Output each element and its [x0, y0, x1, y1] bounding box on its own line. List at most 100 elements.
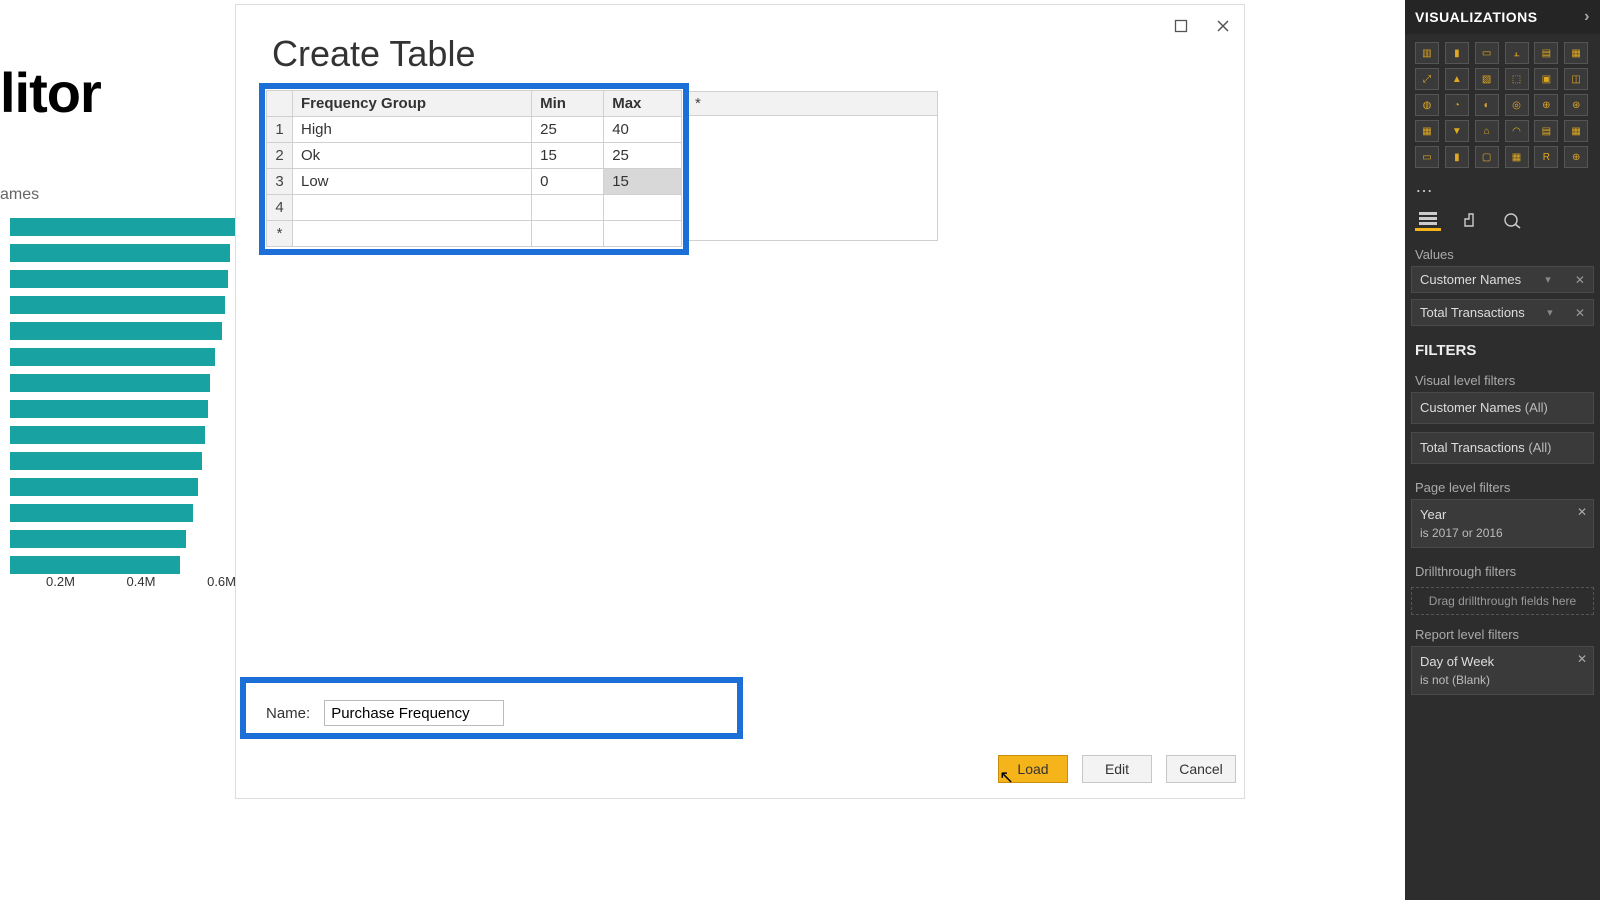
visual-filter-card[interactable]: Customer Names (All) [1411, 392, 1594, 424]
viz-type-icon[interactable]: ▮ [1445, 146, 1469, 168]
viz-type-icon[interactable]: ▤ [1534, 42, 1558, 64]
remove-filter-icon[interactable]: ✕ [1577, 504, 1587, 521]
cell[interactable]: 15 [604, 169, 682, 195]
cell[interactable]: 25 [604, 143, 682, 169]
drillthrough-dropzone[interactable]: Drag drillthrough fields here [1411, 587, 1594, 615]
visual-filters-label: Visual level filters [1405, 365, 1600, 392]
column-header[interactable]: Frequency Group [293, 91, 532, 117]
edit-button[interactable]: Edit [1082, 755, 1152, 783]
more-visuals-icon[interactable]: … [1405, 176, 1600, 203]
viz-type-icon[interactable]: ▼ [1445, 120, 1469, 142]
viz-type-icon[interactable]: ◫ [1564, 68, 1588, 90]
viz-type-icon[interactable]: ◠ [1505, 120, 1529, 142]
row-number: 1 [267, 117, 293, 143]
page-filter-card[interactable]: ✕ Year is 2017 or 2016 [1411, 499, 1594, 548]
maximize-icon[interactable] [1168, 15, 1194, 37]
viz-type-icon[interactable]: ⊕ [1534, 94, 1558, 116]
viz-type-icon[interactable]: ⌂ [1475, 120, 1499, 142]
cell[interactable] [293, 195, 532, 221]
viz-type-icon[interactable]: ▭ [1475, 42, 1499, 64]
tick: 0.2M [46, 574, 75, 589]
remove-filter-icon[interactable]: ✕ [1577, 651, 1587, 668]
cancel-button[interactable]: Cancel [1166, 755, 1236, 783]
viz-type-icon[interactable]: ▮ [1445, 42, 1469, 64]
pane-header[interactable]: VISUALIZATIONS › [1405, 0, 1600, 34]
property-tabs [1405, 203, 1600, 239]
viz-type-icon[interactable]: ▦ [1564, 120, 1588, 142]
cell[interactable] [604, 221, 682, 247]
value-well-name: Total Transactions [1420, 305, 1525, 320]
cell[interactable]: High [293, 117, 532, 143]
column-header[interactable]: Max [604, 91, 682, 117]
viz-type-icon[interactable]: ◎ [1505, 94, 1529, 116]
chevron-down-icon[interactable]: ▾ [1545, 273, 1551, 286]
analytics-tab-icon[interactable] [1499, 209, 1525, 231]
filter-desc: is not (Blank) [1420, 672, 1585, 689]
filters-title: FILTERS [1405, 332, 1600, 365]
bar [10, 270, 228, 288]
chevron-down-icon[interactable]: ▾ [1547, 306, 1553, 319]
viz-type-icon[interactable]: ▭ [1415, 146, 1439, 168]
cell[interactable]: 15 [532, 143, 604, 169]
chevron-right-icon[interactable]: › [1584, 8, 1590, 26]
viz-type-icon[interactable]: ▧ [1475, 68, 1499, 90]
viz-type-icon[interactable]: ▢ [1475, 146, 1499, 168]
bar-chart[interactable] [10, 218, 235, 582]
viz-type-icon[interactable]: ▦ [1505, 146, 1529, 168]
viz-type-icon[interactable]: ◍ [1415, 94, 1439, 116]
value-well[interactable]: Customer Names ▾ ✕ [1411, 266, 1594, 293]
value-well[interactable]: Total Transactions ▾ ✕ [1411, 299, 1594, 326]
viz-type-icon[interactable]: ▲ [1445, 68, 1469, 90]
bar [10, 218, 235, 236]
bar [10, 504, 193, 522]
new-column-area[interactable]: * [688, 91, 938, 241]
close-icon[interactable] [1210, 15, 1236, 37]
axis-label-fragment: ames [0, 186, 39, 204]
drillthrough-label: Drillthrough filters [1405, 556, 1600, 583]
dialog-buttons: Load Edit Cancel [998, 755, 1236, 783]
table-name-input[interactable] [324, 700, 504, 726]
bar [10, 244, 230, 262]
cell[interactable]: 0 [532, 169, 604, 195]
cell[interactable]: 40 [604, 117, 682, 143]
cell[interactable] [293, 221, 532, 247]
viz-type-icon[interactable]: ▦ [1564, 42, 1588, 64]
viz-type-icon[interactable]: ⬚ [1505, 68, 1529, 90]
viz-type-icon[interactable]: ▦ [1415, 120, 1439, 142]
load-button[interactable]: Load [998, 755, 1068, 783]
viz-type-icon[interactable]: ◔ [1445, 94, 1469, 116]
bar [10, 348, 215, 366]
create-table-dialog: Create Table * Frequency GroupMinMax1Hig… [235, 4, 1245, 799]
new-column-header: * [689, 92, 937, 116]
viz-type-icon[interactable]: ◐ [1475, 94, 1499, 116]
remove-icon[interactable]: ✕ [1575, 306, 1585, 320]
viz-type-icon[interactable]: ▤ [1534, 120, 1558, 142]
filter-name: Day of Week [1420, 653, 1585, 671]
new-row-marker[interactable]: * [267, 221, 293, 247]
cell[interactable]: Ok [293, 143, 532, 169]
viz-type-icon[interactable]: ⫠ [1505, 42, 1529, 64]
cell[interactable] [532, 195, 604, 221]
data-entry-table[interactable]: Frequency GroupMinMax1High25402Ok15253Lo… [266, 90, 682, 247]
visual-filter-card[interactable]: Total Transactions (All) [1411, 432, 1594, 464]
cell[interactable]: Low [293, 169, 532, 195]
column-header[interactable]: Min [532, 91, 604, 117]
viz-type-icon[interactable]: ▥ [1415, 42, 1439, 64]
cell[interactable]: 25 [532, 117, 604, 143]
fields-tab-icon[interactable] [1415, 209, 1441, 231]
bar [10, 322, 222, 340]
report-filters-label: Report level filters [1405, 619, 1600, 646]
report-filter-card[interactable]: ✕ Day of Week is not (Blank) [1411, 646, 1594, 695]
viz-type-icon[interactable]: ▣ [1534, 68, 1558, 90]
filter-name: Total Transactions [1420, 440, 1525, 455]
format-tab-icon[interactable] [1457, 209, 1483, 231]
bar [10, 452, 202, 470]
cell[interactable] [604, 195, 682, 221]
viz-type-icon[interactable]: R [1534, 146, 1558, 168]
viz-type-icon[interactable]: ⊕ [1564, 146, 1588, 168]
cell[interactable] [532, 221, 604, 247]
remove-icon[interactable]: ✕ [1575, 273, 1585, 287]
viz-type-icon[interactable]: ⊛ [1564, 94, 1588, 116]
values-label: Values [1405, 239, 1600, 266]
viz-type-icon[interactable]: ⤢ [1415, 68, 1439, 90]
